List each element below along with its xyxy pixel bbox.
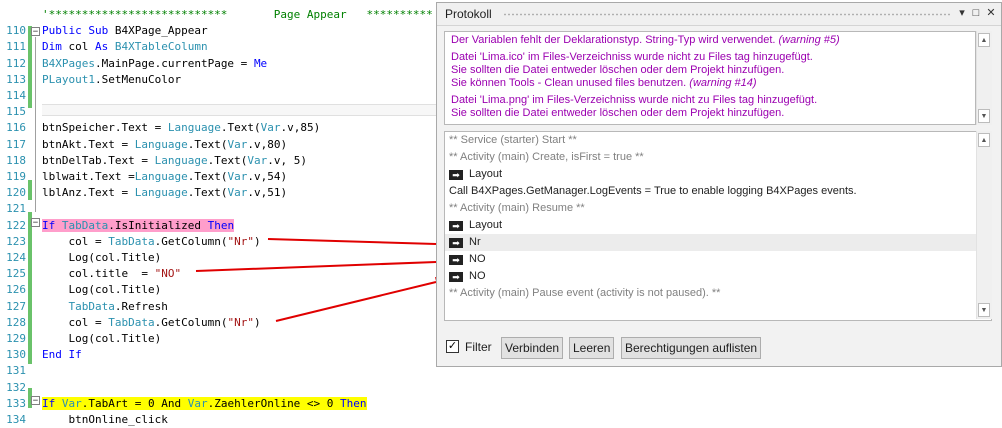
- line-number: 116: [6, 121, 26, 135]
- log-entry[interactable]: ➡ Nr: [445, 234, 991, 251]
- change-marker: [28, 212, 32, 364]
- scroll-down-icon[interactable]: ▼: [978, 109, 990, 123]
- line-number: 128: [6, 315, 26, 329]
- change-marker: [28, 26, 32, 108]
- line-number: 129: [6, 332, 26, 345]
- filter-label: Filter: [465, 340, 492, 354]
- drag-grip[interactable]: [503, 13, 951, 16]
- line-number: 130: [6, 348, 26, 362]
- maximize-icon[interactable]: □: [969, 6, 983, 20]
- panel-toolbar: ✓ Filter Verbinden Leeren Berechtigungen…: [446, 337, 986, 359]
- line-number: 110: [6, 24, 26, 38]
- code-line[interactable]: col = TabData.GetColumn("Nr"): [42, 315, 260, 331]
- code-line[interactable]: lblAnz.Text = Language.Text(Var.v,51): [42, 185, 287, 201]
- log-entry[interactable]: ** Activity (main) Create, isFirst = tru…: [445, 149, 991, 166]
- line-number: 120: [6, 186, 26, 200]
- fold-toggle-icon[interactable]: −: [31, 396, 40, 406]
- line-number: 134: [6, 413, 26, 426]
- code-line[interactable]: If TabData.IsInitialized Then: [42, 218, 235, 234]
- log-entry[interactable]: ** Activity (main) Pause event (activity…: [445, 285, 991, 302]
- code-line[interactable]: B4XPages.MainPage.currentPage = Me: [42, 56, 267, 72]
- log-entry[interactable]: ➡ Layout: [445, 166, 991, 183]
- line-number: 125: [6, 267, 26, 281]
- code-line[interactable]: Log(col.Title): [42, 250, 161, 266]
- line-number: 118: [6, 153, 26, 167]
- line-number: 115: [6, 105, 26, 119]
- line-number: 111: [6, 40, 26, 54]
- line-number: 126: [6, 283, 26, 297]
- log-entry[interactable]: ** Activity (main) Resume **: [445, 200, 991, 217]
- code-line[interactable]: Dim col As B4XTableColumn: [42, 39, 208, 55]
- line-number: 114: [6, 89, 26, 102]
- log-scrollbar[interactable]: ▲ ▼: [976, 131, 992, 319]
- fold-toggle-icon[interactable]: −: [31, 27, 40, 37]
- warnings-scrollbar[interactable]: ▲ ▼: [976, 31, 992, 125]
- scroll-up-icon[interactable]: ▲: [978, 133, 990, 147]
- code-line[interactable]: col.title = "NO": [42, 266, 181, 282]
- code-line[interactable]: If Var.TabArt = 0 And Var.ZaehlerOnline …: [42, 396, 367, 412]
- dropdown-icon[interactable]: ▾: [955, 6, 969, 20]
- region-separator: [42, 104, 442, 116]
- line-number: 124: [6, 251, 26, 264]
- scroll-up-icon[interactable]: ▲: [978, 33, 990, 47]
- line-number: 112: [6, 56, 26, 70]
- log-list[interactable]: ** Service (starter) Start ** ** Activity…: [444, 131, 992, 321]
- log-entry[interactable]: ➡ Layout: [445, 217, 991, 234]
- warning-item[interactable]: Datei 'Lima.png' im Files-Verzeichniss w…: [445, 92, 975, 122]
- code-line[interactable]: '*************************** Page Appear…: [42, 7, 433, 23]
- code-line[interactable]: lblwait.Text =Language.Text(Var.v,54): [42, 169, 287, 185]
- warning-item[interactable]: Der Variablen fehlt der Deklarationstyp.…: [445, 32, 975, 49]
- code-line[interactable]: btnAkt.Text = Language.Text(Var.v,80): [42, 137, 287, 153]
- code-line[interactable]: TabData.Refresh: [42, 299, 168, 315]
- log-arrow-icon: ➡: [449, 170, 463, 180]
- line-number: 122: [6, 218, 26, 232]
- warning-item[interactable]: Datei 'Lima.ico' im Files-Verzeichniss w…: [445, 49, 975, 92]
- log-entry[interactable]: ➡ NO: [445, 251, 991, 268]
- log-entry[interactable]: ** Service (starter) Start **: [445, 132, 991, 149]
- protokoll-panel[interactable]: Protokoll ▾ □ ✕ Der Variablen fehlt der …: [436, 2, 1002, 367]
- log-arrow-icon: ➡: [449, 272, 463, 282]
- scroll-down-icon[interactable]: ▼: [978, 303, 990, 317]
- line-number: 117: [6, 137, 26, 151]
- warnings-list[interactable]: Der Variablen fehlt der Deklarationstyp.…: [444, 31, 976, 125]
- code-line[interactable]: End If: [42, 347, 82, 363]
- log-arrow-icon: ➡: [449, 238, 463, 248]
- log-arrow-icon: ➡: [449, 255, 463, 265]
- close-icon[interactable]: ✕: [984, 6, 998, 20]
- filter-checkbox[interactable]: ✓: [446, 340, 459, 353]
- line-number: 127: [6, 299, 26, 313]
- fold-toggle-icon[interactable]: −: [31, 218, 40, 228]
- line-number: 113: [6, 72, 26, 86]
- line-number: 133: [6, 396, 26, 410]
- line-number: 121: [6, 202, 26, 216]
- line-number: 123: [6, 234, 26, 248]
- line-number: 119: [6, 170, 26, 183]
- log-entry[interactable]: ➡ NO: [445, 268, 991, 285]
- code-line[interactable]: btnOnline_click: [42, 412, 167, 428]
- code-line[interactable]: btnDelTab.Text = Language.Text(Var.v, 5): [42, 153, 307, 169]
- code-line[interactable]: col = TabData.GetColumn("Nr"): [42, 234, 260, 250]
- clear-button[interactable]: Leeren: [569, 337, 615, 359]
- fold-guide: [35, 37, 36, 212]
- panel-titlebar[interactable]: Protokoll ▾ □ ✕: [437, 3, 1001, 26]
- code-line[interactable]: PLayout1.SetMenuColor: [42, 72, 181, 88]
- code-line[interactable]: Log(col.Title): [42, 331, 161, 347]
- line-number: 131: [6, 364, 26, 378]
- code-line[interactable]: Public Sub B4XPage_Appear: [42, 23, 208, 39]
- panel-title: Protokoll: [445, 7, 492, 21]
- change-marker: [28, 180, 32, 200]
- connect-button[interactable]: Verbinden: [501, 337, 564, 359]
- code-line[interactable]: btnSpeicher.Text = Language.Text(Var.v,8…: [42, 120, 320, 136]
- line-number: 132: [6, 380, 26, 394]
- log-arrow-icon: ➡: [449, 221, 463, 231]
- log-entry[interactable]: Call B4XPages.GetManager.LogEvents = Tru…: [445, 183, 991, 200]
- code-line[interactable]: Log(col.Title): [42, 282, 161, 298]
- permissions-button[interactable]: Berechtigungen auflisten: [621, 337, 762, 359]
